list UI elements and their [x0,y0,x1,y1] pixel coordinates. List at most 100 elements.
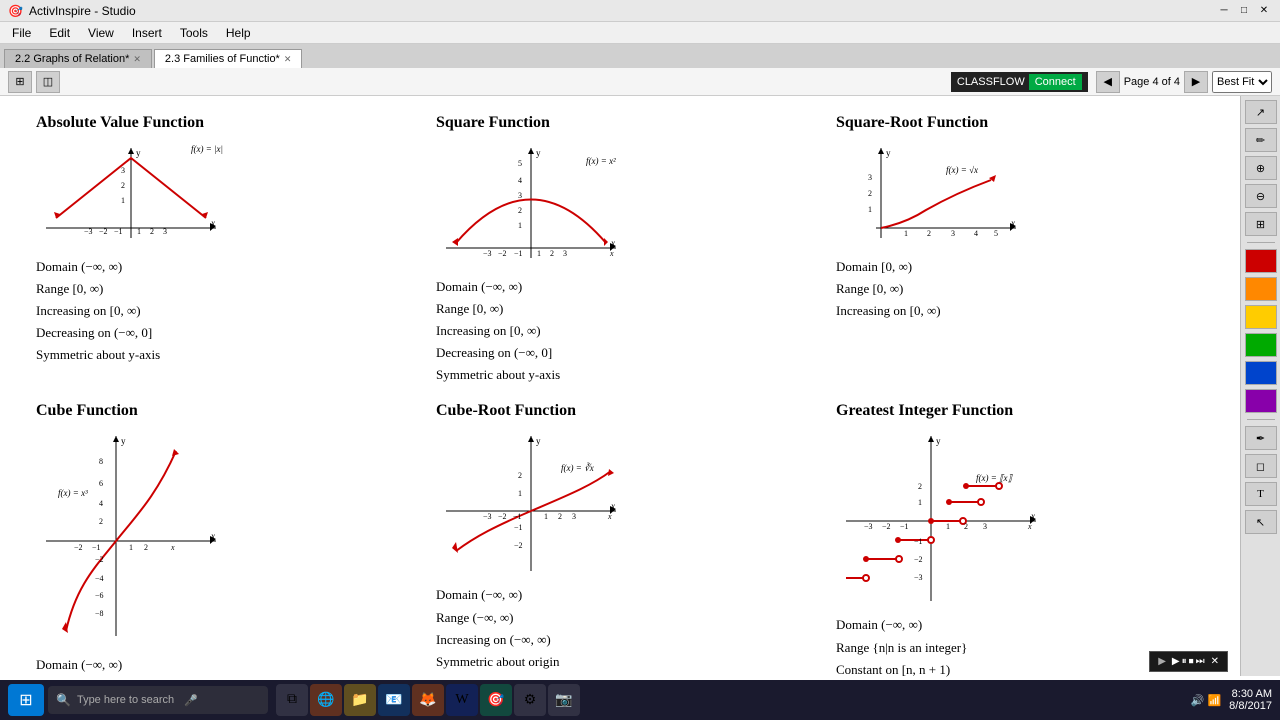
cube-function-graph: y f(x) = x³ x 8 6 4 2 −2 −4 −6 −8 −2 −1 … [36,426,226,646]
taskbar-search[interactable]: 🔍 Type here to search 🎤 [48,686,268,714]
minimize-button[interactable]: ─ [1216,3,1232,19]
sidebar-zoom-out-icon[interactable]: ⊖ [1245,184,1277,208]
toolbar-btn-2[interactable]: ◫ [36,71,60,93]
sidebar-eraser-icon[interactable]: ◻ [1245,454,1277,478]
svg-text:y: y [121,436,126,446]
gi-prop1: Constant on [n, n + 1) [836,659,967,680]
media-pause[interactable]: ⏸ [1182,656,1187,667]
menu-edit[interactable]: Edit [41,24,78,42]
page-next[interactable]: ▶ [1184,71,1208,93]
sidebar-zoom-icon[interactable]: ⊕ [1245,156,1277,180]
svg-text:2: 2 [558,512,562,521]
camera-icon[interactable]: 📷 [548,684,580,716]
tab-graphs[interactable]: 2.2 Graphs of Relation* ✕ [4,49,152,68]
svg-text:−4: −4 [95,574,104,583]
windows-icon: ⊞ [19,690,32,710]
cuberoot-function-title: Cube-Root Function [436,402,576,420]
abs-range: Range [0, ∞) [36,278,160,300]
sidebar-pen-icon[interactable]: ✒ [1245,426,1277,450]
taskbar: ⊞ 🔍 Type here to search 🎤 ⧉ 🌐 📁 📧 🦊 W 🎯 … [0,680,1280,720]
sidebar-share-icon[interactable]: ↗ [1245,100,1277,124]
page-prev[interactable]: ◀ [1096,71,1120,93]
svg-text:2: 2 [918,482,922,491]
sidebar-divider2 [1247,419,1275,420]
svg-text:−2: −2 [74,543,83,552]
cube-function-title: Cube Function [36,402,138,420]
sidebar-grid-icon[interactable]: ⊞ [1245,212,1277,236]
media-icon: ▶ [1158,656,1166,667]
svg-text:1: 1 [129,543,133,552]
svg-text:f(x) = √x: f(x) = √x [946,165,978,175]
explorer-icon[interactable]: 📁 [344,684,376,716]
tab-graphs-close[interactable]: ✕ [133,54,141,65]
sidebar-color-blue[interactable] [1245,361,1277,385]
sidebar-edit-icon[interactable]: ✏ [1245,128,1277,152]
svg-text:3: 3 [121,166,125,175]
sidebar-color-orange[interactable] [1245,277,1277,301]
sidebar-color-purple[interactable] [1245,389,1277,413]
svg-text:3: 3 [951,229,955,238]
svg-text:1: 1 [918,498,922,507]
word-icon[interactable]: W [446,684,478,716]
ie-icon[interactable]: 🌐 [310,684,342,716]
taskview-icon[interactable]: ⧉ [276,684,308,716]
svg-text:f(x) = ⟦x⟧: f(x) = ⟦x⟧ [976,473,1014,483]
media-stop[interactable]: ⏹ [1189,656,1194,667]
sqrt-range: Range [0, ∞) [836,278,941,300]
sidebar-color-red[interactable] [1245,249,1277,273]
absolute-value-cell: Absolute Value Function y f(x) = [20,106,420,394]
svg-text:−3: −3 [864,522,873,531]
svg-text:y: y [886,148,891,158]
svg-text:−8: −8 [95,609,104,618]
tab-families[interactable]: 2.3 Families of Functio* ✕ [154,49,302,68]
sidebar-color-yellow[interactable] [1245,305,1277,329]
outlook-icon[interactable]: 📧 [378,684,410,716]
menu-view[interactable]: View [80,24,122,42]
media-close[interactable]: ✕ [1211,656,1219,667]
svg-text:1: 1 [544,512,548,521]
square-function-graph: y f(x) = x² x 5 4 3 2 1 −3 −2 −1 1 2 3 [436,138,626,268]
svg-text:−6: −6 [95,591,104,600]
maximize-button[interactable]: □ [1236,3,1252,19]
toolbar-btn-1[interactable]: ⊞ [8,71,32,93]
svg-text:3: 3 [868,173,872,182]
sidebar-arrow-icon[interactable]: ↖ [1245,510,1277,534]
svg-text:x: x [1027,522,1032,531]
activinspire-icon[interactable]: 🎯 [480,684,512,716]
svg-text:x: x [610,501,615,511]
svg-text:4: 4 [974,229,978,238]
cuberoot-function-info: Domain (−∞, ∞) Range (−∞, ∞) Increasing … [436,584,559,672]
cube-domain: Domain (−∞, ∞) [36,654,159,676]
taskbar-apps: ⧉ 🌐 📁 📧 🦊 W 🎯 ⚙ 📷 [276,684,580,716]
svg-text:−1: −1 [514,523,523,532]
menu-insert[interactable]: Insert [124,24,170,42]
page-info: Page 4 of 4 [1124,76,1180,88]
settings-icon[interactable]: ⚙ [514,684,546,716]
media-next[interactable]: ⏭ [1196,656,1205,667]
sqrt-function-title: Square-Root Function [836,114,988,132]
media-player[interactable]: ▶ ▶ ⏸ ⏹ ⏭ ✕ [1149,651,1228,672]
svg-text:1: 1 [904,229,908,238]
abs-prop1: Increasing on [0, ∞) [36,300,160,322]
media-play[interactable]: ▶ [1172,656,1180,667]
svg-text:f(x) = |x|: f(x) = |x| [191,144,223,154]
right-sidebar: ↗ ✏ ⊕ ⊖ ⊞ ✒ ◻ T ↖ [1240,96,1280,676]
svg-text:3: 3 [163,227,167,236]
classflow-badge[interactable]: CLASSFLOW Connect [951,72,1088,92]
firefox-icon[interactable]: 🦊 [412,684,444,716]
sq-prop2: Decreasing on (−∞, 0] [436,342,560,364]
sidebar-text-icon[interactable]: T [1245,482,1277,506]
sidebar-color-green[interactable] [1245,333,1277,357]
menu-tools[interactable]: Tools [172,24,216,42]
svg-text:y: y [536,436,541,446]
start-button[interactable]: ⊞ [8,684,44,716]
classflow-status: Connect [1029,74,1082,90]
zoom-select[interactable]: Best Fit [1212,71,1272,93]
menu-help[interactable]: Help [218,24,259,42]
close-button[interactable]: ✕ [1256,3,1272,19]
search-placeholder: Type here to search [77,694,174,706]
menu-file[interactable]: File [4,24,39,42]
menu-bar: File Edit View Insert Tools Help [0,22,1280,44]
sq-prop1: Increasing on [0, ∞) [436,320,560,342]
tab-families-close[interactable]: ✕ [284,54,292,65]
